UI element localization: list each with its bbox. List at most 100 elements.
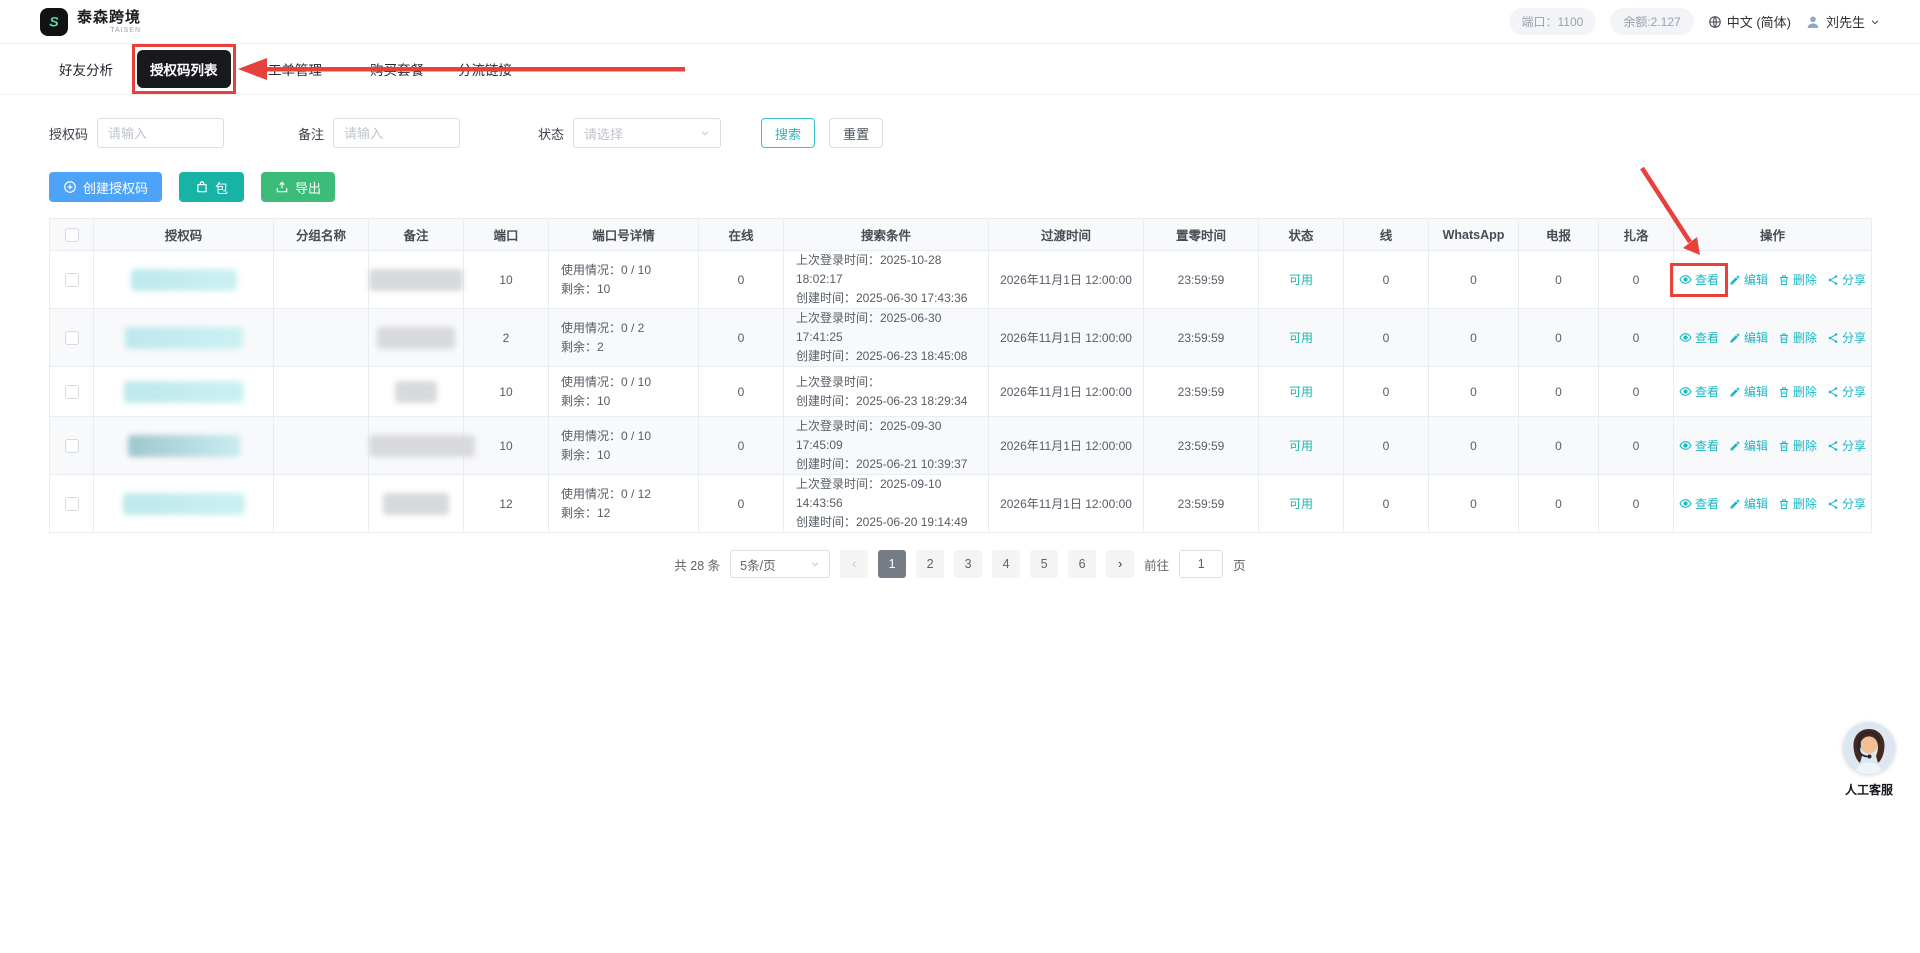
- telegram-cell: 0: [1518, 474, 1599, 533]
- view-link[interactable]: 查看: [1679, 495, 1719, 512]
- remark-filter-input[interactable]: [333, 118, 461, 148]
- edit-link[interactable]: 编辑: [1729, 329, 1768, 346]
- customer-support-widget[interactable]: 人工客服: [1838, 722, 1900, 798]
- delete-link[interactable]: 删除: [1778, 437, 1817, 454]
- edit-link[interactable]: 编辑: [1729, 437, 1768, 454]
- reset-time-cell: 23:59:59: [1143, 250, 1259, 309]
- delete-link[interactable]: 删除: [1778, 329, 1817, 346]
- user-menu[interactable]: 刘先生: [1805, 12, 1880, 31]
- share-icon: [1828, 440, 1838, 451]
- col-port: 端口: [463, 218, 549, 251]
- col-zalo: 扎洛: [1598, 218, 1674, 251]
- brand: S 泰森跨境 TAISEN: [40, 7, 141, 36]
- prev-page-button[interactable]: ‹: [840, 550, 869, 578]
- telegram-cell: 0: [1518, 308, 1599, 367]
- row-checkbox[interactable]: [64, 330, 79, 345]
- remark-redacted: [377, 326, 455, 349]
- nav-item-traffic-link[interactable]: 分流链接: [448, 52, 522, 86]
- page-button-5[interactable]: 5: [1030, 550, 1059, 578]
- create-auth-code-button[interactable]: 创建授权码: [49, 172, 163, 202]
- per-page-select[interactable]: 5条/页: [730, 550, 831, 578]
- row-checkbox[interactable]: [64, 272, 79, 287]
- upload-icon: [276, 181, 288, 193]
- delete-link[interactable]: 删除: [1778, 271, 1817, 288]
- nav-item-friend-analysis[interactable]: 好友分析: [49, 52, 123, 86]
- last-login-line: 上次登录时间：2025-06-30 17:41:25: [796, 311, 942, 344]
- trash-icon: [1780, 333, 1789, 343]
- line-cell: 0: [1343, 308, 1429, 367]
- eye-icon: [1679, 332, 1692, 342]
- share-link[interactable]: 分享: [1827, 495, 1866, 512]
- goto-suffix: 页: [1233, 558, 1246, 573]
- nav-item-auth-code-list[interactable]: 授权码列表: [137, 50, 231, 88]
- share-link[interactable]: 分享: [1827, 271, 1866, 288]
- main-nav: 好友分析 授权码列表 多工单管理 购买套餐 分流链接: [0, 44, 1920, 95]
- page-button-3[interactable]: 3: [954, 550, 983, 578]
- col-remark: 备注: [368, 218, 464, 251]
- auth-code-filter-input[interactable]: [97, 118, 225, 148]
- pencil-icon: [1730, 333, 1740, 342]
- share-link[interactable]: 分享: [1827, 437, 1866, 454]
- user-icon: [1807, 16, 1819, 28]
- remark-redacted: [369, 434, 475, 457]
- export-button[interactable]: 导出: [261, 172, 336, 202]
- whatsapp-cell: 0: [1428, 308, 1519, 367]
- transition-time-cell: 2026年11月1日 12:00:00: [988, 416, 1144, 475]
- table-row: 12 使用情况：0 / 12 剩余：12 0 上次登录时间：2025-09-10 …: [49, 474, 1872, 533]
- col-reset-time: 置零时间: [1143, 218, 1259, 251]
- edit-link[interactable]: 编辑: [1729, 383, 1768, 400]
- page-button-6[interactable]: 6: [1068, 550, 1097, 578]
- transition-time-cell: 2026年11月1日 12:00:00: [988, 308, 1144, 367]
- pencil-icon: [1730, 275, 1740, 284]
- page-button-4[interactable]: 4: [992, 550, 1021, 578]
- view-link[interactable]: 查看: [1679, 329, 1719, 346]
- remain-line: 剩余：2: [561, 339, 604, 354]
- nav-item-ticket-management[interactable]: 多工单管理: [245, 52, 347, 86]
- reset-button[interactable]: 重置: [829, 118, 884, 148]
- remark-redacted: [395, 380, 437, 403]
- select-all-checkbox[interactable]: [64, 227, 79, 242]
- page-button-1[interactable]: 1: [878, 550, 907, 578]
- delete-link[interactable]: 删除: [1778, 495, 1817, 512]
- trash-icon: [1780, 387, 1789, 397]
- group-name-cell: [273, 366, 369, 417]
- eye-icon: [1679, 386, 1692, 396]
- view-link[interactable]: 查看: [1679, 383, 1719, 400]
- usage-line: 使用情况：0 / 10: [561, 262, 652, 277]
- delete-link[interactable]: 删除: [1778, 383, 1817, 400]
- share-link[interactable]: 分享: [1827, 329, 1866, 346]
- zalo-cell: 0: [1598, 416, 1674, 475]
- support-agent-avatar[interactable]: [1843, 722, 1895, 774]
- row-checkbox[interactable]: [64, 496, 79, 511]
- status-cell: 可用: [1258, 308, 1344, 367]
- language-switcher[interactable]: 中文 (简体): [1708, 12, 1791, 31]
- online-cell: 0: [698, 366, 784, 417]
- nav-item-buy-package[interactable]: 购买套餐: [360, 52, 434, 86]
- col-auth-code: 授权码: [93, 218, 274, 251]
- balance-badge: 余额:2.127: [1610, 8, 1694, 35]
- auth-code-redacted: [124, 326, 243, 349]
- page-button-2[interactable]: 2: [916, 550, 945, 578]
- edit-link[interactable]: 编辑: [1729, 271, 1768, 288]
- share-icon: [1828, 498, 1838, 509]
- auth-code-redacted: [122, 492, 245, 515]
- row-checkbox[interactable]: [64, 438, 79, 453]
- auth-code-redacted: [130, 268, 237, 291]
- edit-link[interactable]: 编辑: [1729, 495, 1768, 512]
- search-button[interactable]: 搜索: [761, 118, 816, 148]
- goto-page-input[interactable]: [1179, 550, 1224, 578]
- status-filter-select[interactable]: 请选择: [573, 118, 722, 148]
- view-link[interactable]: 查看: [1679, 271, 1719, 288]
- share-link[interactable]: 分享: [1827, 383, 1866, 400]
- next-page-button[interactable]: ›: [1106, 550, 1135, 578]
- col-online: 在线: [698, 218, 784, 251]
- table-row: 10 使用情况：0 / 10 剩余：10 0 上次登录时间：2025-10-28 …: [49, 250, 1872, 309]
- last-login-line: 上次登录时间：2025-10-28 18:02:17: [796, 253, 942, 286]
- view-link[interactable]: 查看: [1679, 437, 1719, 454]
- row-checkbox[interactable]: [64, 384, 79, 399]
- plus-circle-icon: [64, 181, 76, 193]
- whatsapp-cell: 0: [1428, 250, 1519, 309]
- package-button[interactable]: 包: [179, 172, 245, 202]
- pencil-icon: [1730, 499, 1740, 508]
- group-name-cell: [273, 250, 369, 309]
